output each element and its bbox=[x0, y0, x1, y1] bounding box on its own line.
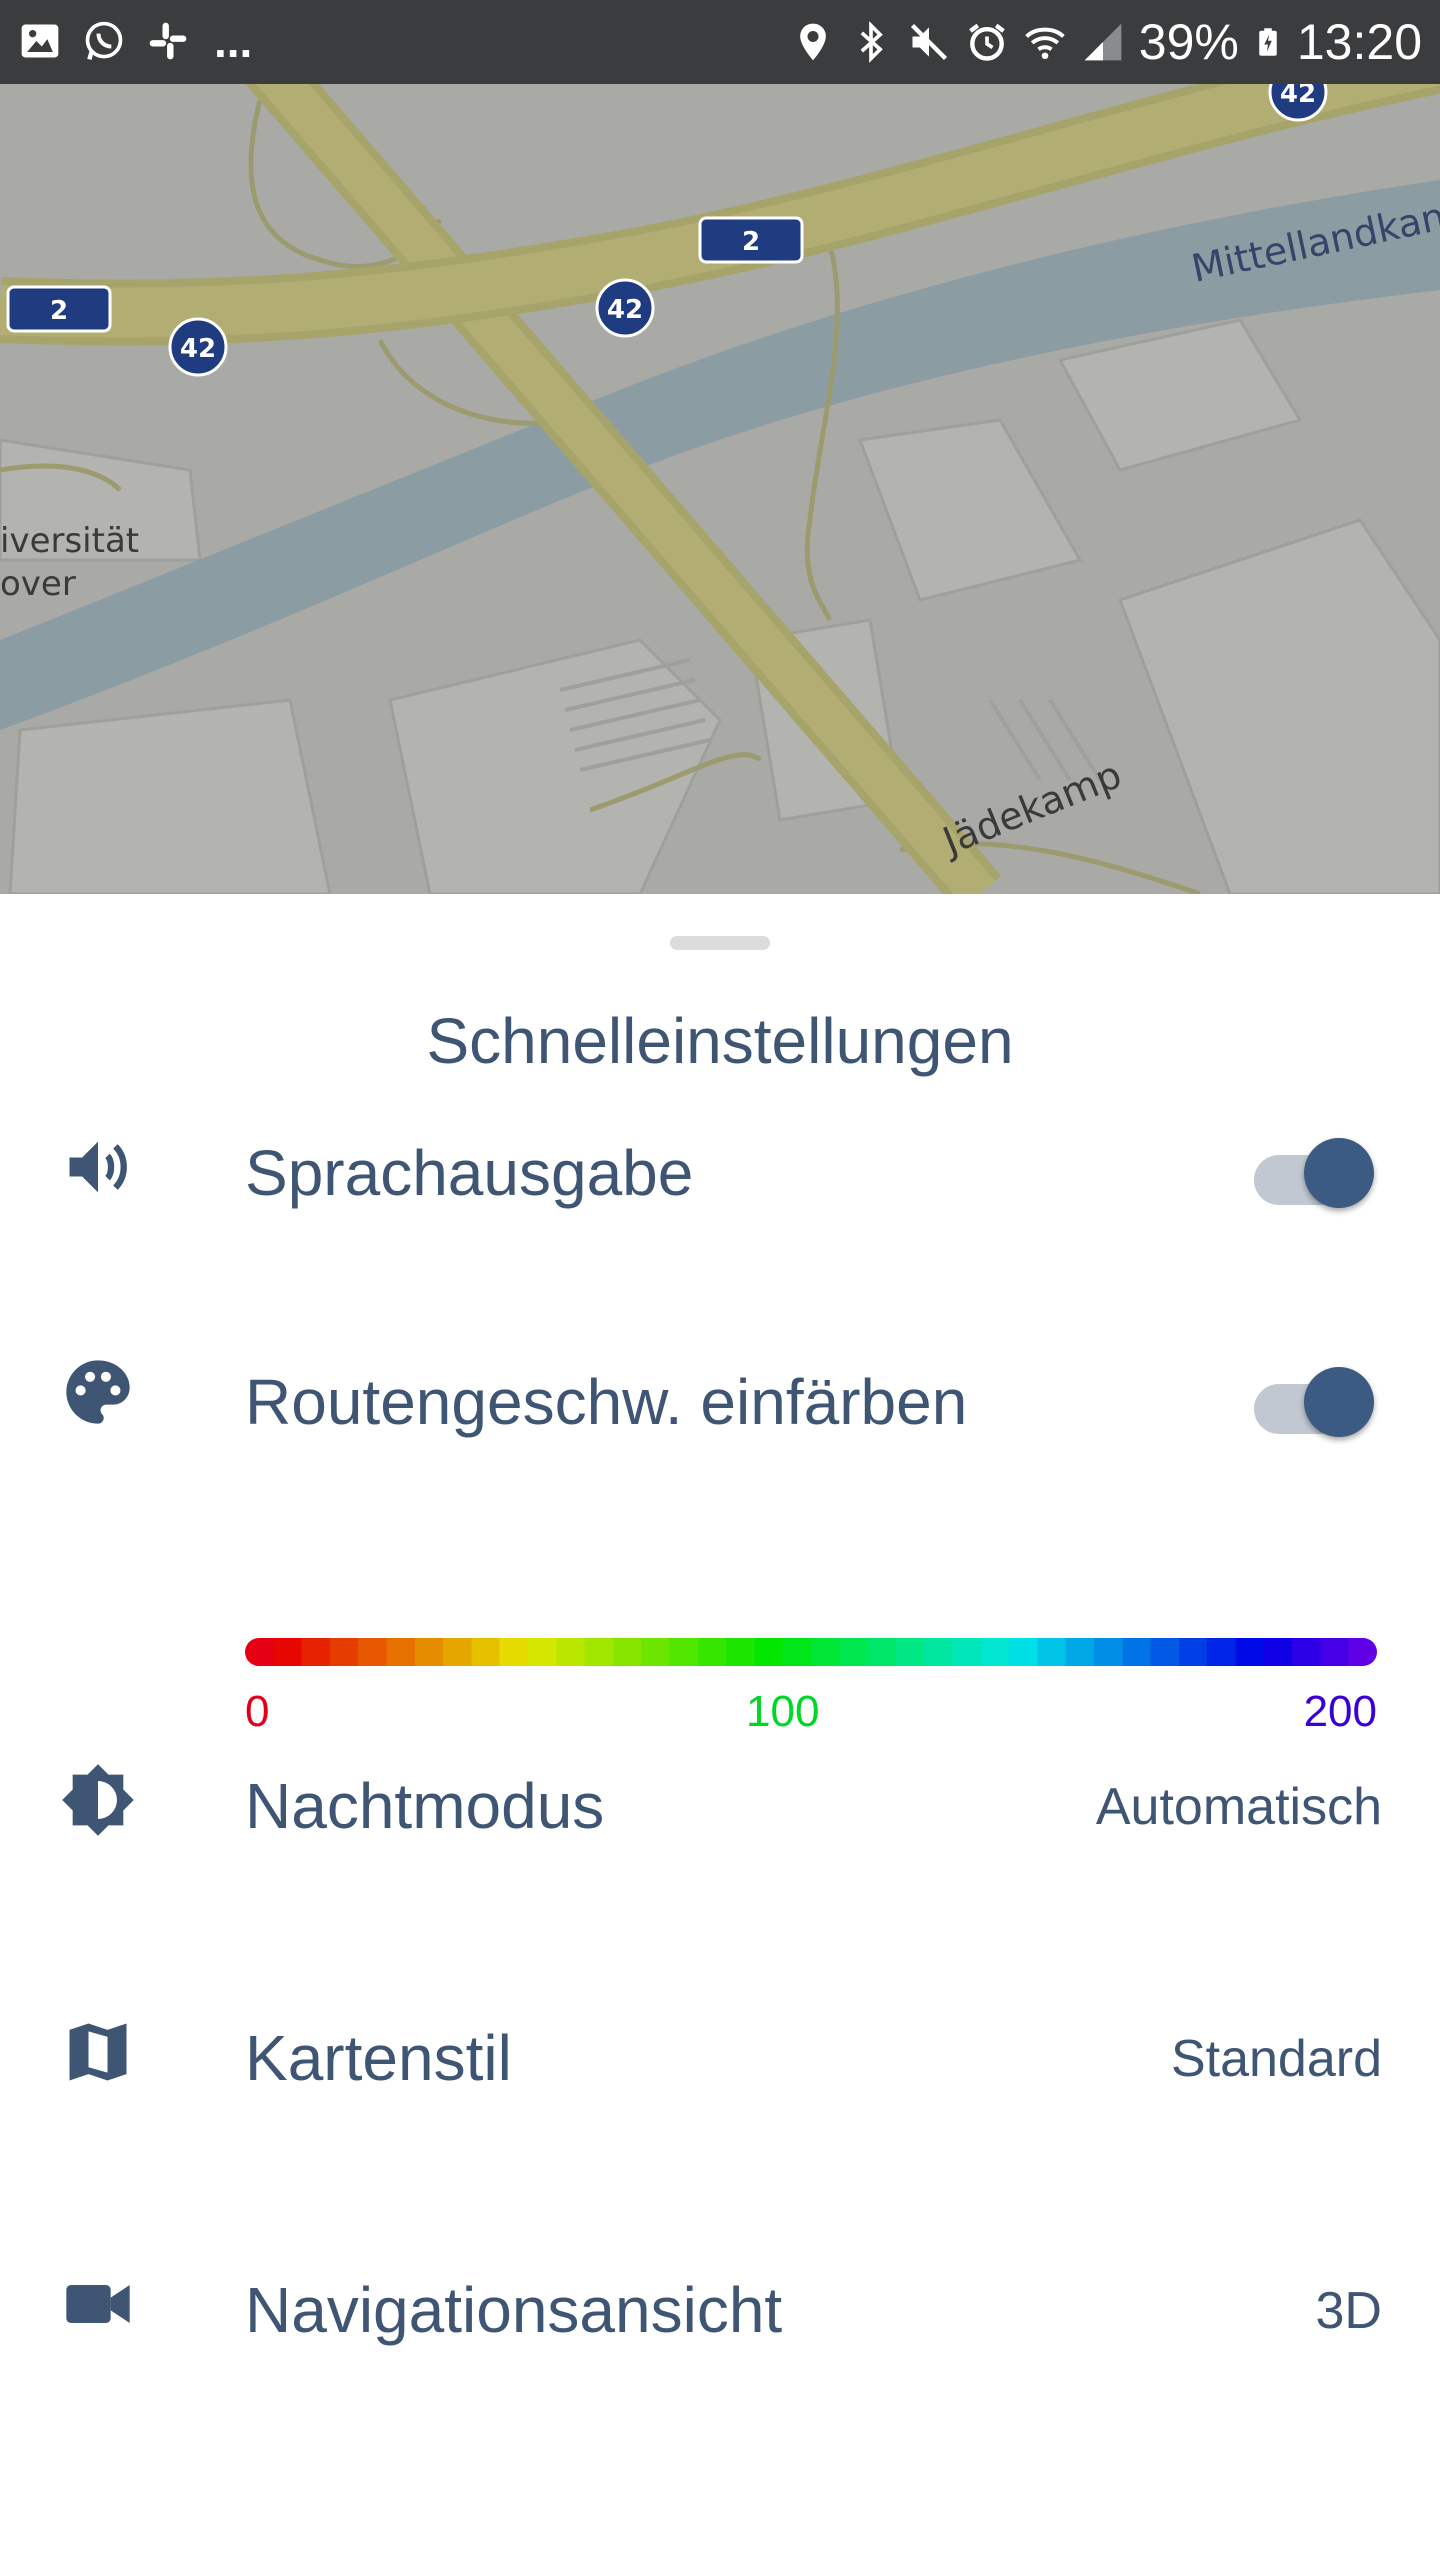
video-camera-icon bbox=[66, 2285, 130, 2323]
map-icon bbox=[69, 2023, 127, 2081]
sheet-title: Schnelleinstellungen bbox=[426, 1005, 1014, 1077]
location-icon bbox=[799, 23, 826, 61]
road-shield-text: 42 bbox=[180, 334, 216, 364]
slack-icon bbox=[149, 22, 187, 60]
system-icons: 39% 13:20 bbox=[791, 12, 1422, 72]
setting-row-navigation-view[interactable]: Navigationsansicht 3D bbox=[0, 2228, 1440, 2378]
setting-row-night-mode[interactable]: Nachtmodus Automatisch bbox=[0, 1724, 1440, 1874]
status-bar: ... 39% 13:20 bbox=[0, 0, 1440, 84]
map-label-university-line2: over bbox=[0, 564, 76, 604]
wifi-icon bbox=[1025, 27, 1065, 60]
battery-charging-icon bbox=[1259, 28, 1277, 56]
notification-overflow: ... bbox=[214, 15, 253, 67]
map-canvas: 2 2 42 42 42 Mittellandkanal Jädekamp iv… bbox=[0, 0, 1440, 894]
setting-row-route-color[interactable]: Routengeschw. einfärben bbox=[0, 1330, 1440, 1480]
toggle-thumb bbox=[1304, 1138, 1374, 1208]
notification-icons: ... bbox=[18, 18, 252, 64]
map-view[interactable]: 2 2 42 42 42 Mittellandkanal Jädekamp iv… bbox=[0, 0, 1440, 894]
mute-icon bbox=[910, 23, 947, 61]
clock: 13:20 bbox=[1296, 14, 1422, 70]
alarm-icon bbox=[968, 23, 1005, 61]
setting-row-map-style[interactable]: Kartenstil Standard bbox=[0, 1976, 1440, 2126]
palette-icon bbox=[66, 1360, 130, 1424]
night-mode-value[interactable]: Automatisch bbox=[1096, 1772, 1382, 1842]
bluetooth-icon bbox=[860, 21, 883, 63]
battery-percent: 39% bbox=[1138, 14, 1239, 70]
setting-label: Navigationsansicht bbox=[245, 2274, 783, 2346]
route-color-toggle[interactable] bbox=[1254, 1367, 1374, 1437]
setting-label: Routengeschw. einfärben bbox=[245, 1366, 968, 1438]
gallery-icon bbox=[21, 24, 59, 58]
toggle-thumb bbox=[1304, 1367, 1374, 1437]
quick-settings-sheet: Schnelleinstellungen Sprachausgabe Route… bbox=[0, 894, 1440, 2560]
setting-label: Nachtmodus bbox=[245, 1770, 605, 1842]
speaker-icon bbox=[69, 1141, 127, 1193]
setting-label: Kartenstil bbox=[245, 2022, 512, 2094]
navigation-view-value[interactable]: 3D bbox=[1316, 2276, 1382, 2346]
speed-color-scale bbox=[245, 1638, 1377, 1666]
setting-label: Sprachausgabe bbox=[245, 1137, 694, 1209]
map-label-university: iversität bbox=[0, 521, 139, 561]
road-shield-text: 2 bbox=[50, 296, 68, 326]
voice-toggle[interactable] bbox=[1254, 1138, 1374, 1208]
signal-icon bbox=[1084, 23, 1122, 61]
setting-row-voice[interactable]: Sprachausgabe bbox=[0, 1101, 1440, 1251]
road-shield-text: 2 bbox=[742, 227, 760, 257]
brightness-icon bbox=[62, 1764, 134, 1836]
road-shield-text: 42 bbox=[607, 295, 643, 325]
sheet-drag-handle[interactable] bbox=[670, 936, 770, 950]
whatsapp-icon bbox=[85, 21, 123, 60]
map-style-value[interactable]: Standard bbox=[1171, 2024, 1382, 2094]
